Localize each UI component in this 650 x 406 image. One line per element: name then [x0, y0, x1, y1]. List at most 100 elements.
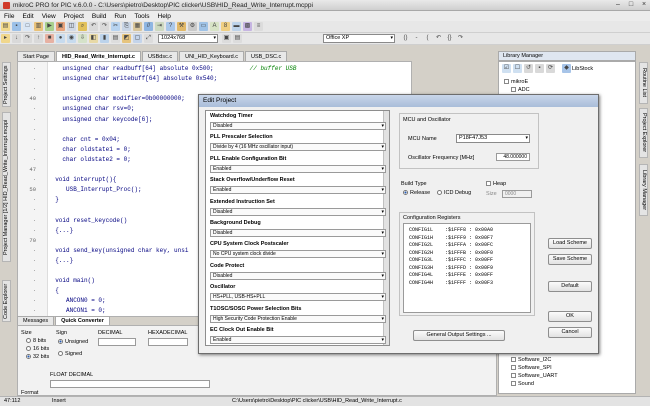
mcu-name-select[interactable]: P18F47J53 ▾: [456, 134, 530, 143]
paste-icon[interactable]: ▦: [133, 22, 142, 31]
osc-freq-input[interactable]: 48.000000: [496, 153, 530, 161]
tab-start-page[interactable]: Start Page: [17, 51, 55, 61]
code-line[interactable]: unsigned char rsv=0;: [48, 104, 134, 113]
check-all-icon[interactable]: ☑: [502, 64, 511, 73]
layout-save-icon[interactable]: ▣: [222, 34, 231, 43]
option-select[interactable]: Disabled ▾: [210, 122, 386, 130]
view-icon[interactable]: ◧: [89, 34, 98, 43]
heap-checkbox[interactable]: Heap: [486, 181, 506, 187]
resolution-select[interactable]: 1024x768 ▾: [158, 34, 218, 43]
code-line[interactable]: unsigned char modifier=0b00000000;: [48, 94, 184, 103]
option-select[interactable]: HS+PLL, USB-HS+PLL ▾: [210, 293, 386, 302]
code-line[interactable]: char cnt = 0x04;: [48, 135, 120, 144]
float-decimal-input[interactable]: [50, 380, 210, 388]
minus-icon[interactable]: -: [412, 34, 421, 43]
config-options-list[interactable]: Watchdog Timer Disabled ▾ PLL Prescaler Sel…: [205, 110, 390, 346]
code-line[interactable]: char oldstate2 = 0;: [48, 155, 130, 164]
menu-item-project[interactable]: Project: [64, 13, 84, 20]
option-select[interactable]: Disabled ▾: [210, 207, 386, 216]
libstock-icon[interactable]: ◆: [562, 64, 571, 73]
build-icon[interactable]: ▶: [45, 22, 54, 31]
project-icon[interactable]: ◩: [122, 34, 131, 43]
edit-project-icon[interactable]: ◫: [67, 22, 76, 31]
debug-icon[interactable]: ▸: [1, 34, 10, 43]
menu-item-run[interactable]: Run: [114, 13, 126, 20]
paren-icon[interactable]: (: [423, 34, 432, 43]
tab-project-settings[interactable]: Project Settings: [2, 62, 11, 107]
cut-icon[interactable]: ✂: [111, 22, 120, 31]
option-select[interactable]: Disabled ▾: [210, 271, 386, 280]
save-icon[interactable]: ▪: [12, 22, 21, 31]
load-scheme-button[interactable]: Load Scheme: [548, 238, 592, 249]
close-button[interactable]: ×: [638, 1, 650, 9]
tab-routine-list[interactable]: Routine List: [639, 62, 648, 104]
menu-item-file[interactable]: File: [4, 13, 14, 20]
indent-icon[interactable]: ⇥: [155, 22, 164, 31]
undo2-icon[interactable]: ↶: [434, 34, 443, 43]
menu-item-build[interactable]: Build: [92, 13, 106, 20]
size-32-radio[interactable]: 32 bits: [26, 354, 49, 360]
tab-usbdsc[interactable]: USBdsc.c: [141, 51, 179, 61]
library-item-software-i2c[interactable]: Software_I2C: [511, 356, 551, 364]
step-icon[interactable]: ↓: [12, 34, 21, 43]
libstock-link[interactable]: LibStock: [572, 66, 593, 72]
code-line[interactable]: void interrupt(){: [48, 175, 116, 184]
hexadecimal-input[interactable]: [148, 338, 188, 346]
decimal-input[interactable]: [98, 338, 136, 346]
glcd-icon[interactable]: ▩: [243, 22, 252, 31]
library-item-software-spi[interactable]: Software_SPI: [511, 364, 552, 372]
find-icon[interactable]: ⌕: [78, 22, 87, 31]
options-icon[interactable]: ⚙: [188, 22, 197, 31]
redo2-icon[interactable]: ↷: [456, 34, 465, 43]
layout-load-icon[interactable]: ▤: [233, 34, 242, 43]
option-select[interactable]: High Security Code Protection Enable ▾: [210, 314, 386, 323]
tab-uni-hid-keyboard[interactable]: UNI_HID_Keyboard.c: [179, 51, 244, 61]
ascii-icon[interactable]: A: [210, 22, 219, 31]
code-line[interactable]: unsigned char keycode[6];: [48, 115, 152, 124]
heap-size-input[interactable]: 0000: [502, 190, 532, 198]
size-16-radio[interactable]: 16 bits: [26, 346, 49, 352]
lcd-icon[interactable]: ▬: [232, 22, 241, 31]
library-item-adc[interactable]: ADC: [511, 86, 530, 94]
help-icon[interactable]: ?: [166, 22, 175, 31]
code-line[interactable]: unsigned char readbuff[64] absolute 0x50…: [48, 64, 296, 73]
stop-icon[interactable]: ■: [45, 34, 54, 43]
general-output-settings-button[interactable]: General Output Settings ...: [413, 330, 505, 341]
layout-icon[interactable]: ▤: [111, 34, 120, 43]
udp-icon[interactable]: ≡: [254, 22, 263, 31]
library-root[interactable]: mikroE: [504, 78, 528, 86]
copy-icon[interactable]: ⎘: [122, 22, 131, 31]
code-line[interactable]: unsigned char writebuff[64] absolute 0x5…: [48, 74, 217, 83]
option-select[interactable]: Enabled ▾: [210, 186, 386, 195]
code-line[interactable]: {...}: [48, 226, 73, 235]
tab-project-manager[interactable]: Project Manager [1/2] HID_Read_Write_Int…: [2, 112, 11, 262]
tab-project-explorer[interactable]: Project Explorer: [639, 108, 648, 158]
option-select[interactable]: No CPU system clock divide ▾: [210, 250, 386, 259]
statistics-icon[interactable]: ▮: [100, 34, 109, 43]
usart-icon[interactable]: ▭: [199, 22, 208, 31]
window-icon[interactable]: ▢: [133, 34, 142, 43]
option-select[interactable]: Disabled ▾: [210, 229, 386, 237]
menu-item-tools[interactable]: Tools: [134, 13, 149, 20]
menu-item-edit[interactable]: Edit: [22, 13, 33, 20]
signed-radio[interactable]: Signed: [58, 351, 82, 357]
theme-select[interactable]: Office XP ▾: [323, 34, 395, 43]
comment-icon[interactable]: //: [144, 22, 153, 31]
code-line[interactable]: void reset_keycode(): [48, 216, 127, 225]
tab-quick-converter[interactable]: Quick Converter: [55, 316, 110, 325]
open-folder-icon[interactable]: ▤: [1, 22, 10, 31]
uncheck-all-icon[interactable]: ☐: [513, 64, 522, 73]
seven-segment-icon[interactable]: 8: [221, 22, 230, 31]
step-out-icon[interactable]: ↑: [34, 34, 43, 43]
watch-icon[interactable]: ◉: [67, 34, 76, 43]
code-line[interactable]: {: [48, 286, 59, 295]
brackets-icon[interactable]: (): [401, 34, 410, 43]
code-line[interactable]: void main(): [48, 276, 95, 285]
menu-item-view[interactable]: View: [42, 13, 56, 20]
ok-button[interactable]: OK: [548, 311, 592, 322]
code-line[interactable]: ANCON0 = 0;: [48, 296, 106, 305]
menu-item-help[interactable]: Help: [158, 13, 171, 20]
restore-icon[interactable]: ↺: [524, 64, 533, 73]
tools-icon[interactable]: ⚒: [177, 22, 186, 31]
step-over-icon[interactable]: ↷: [23, 34, 32, 43]
